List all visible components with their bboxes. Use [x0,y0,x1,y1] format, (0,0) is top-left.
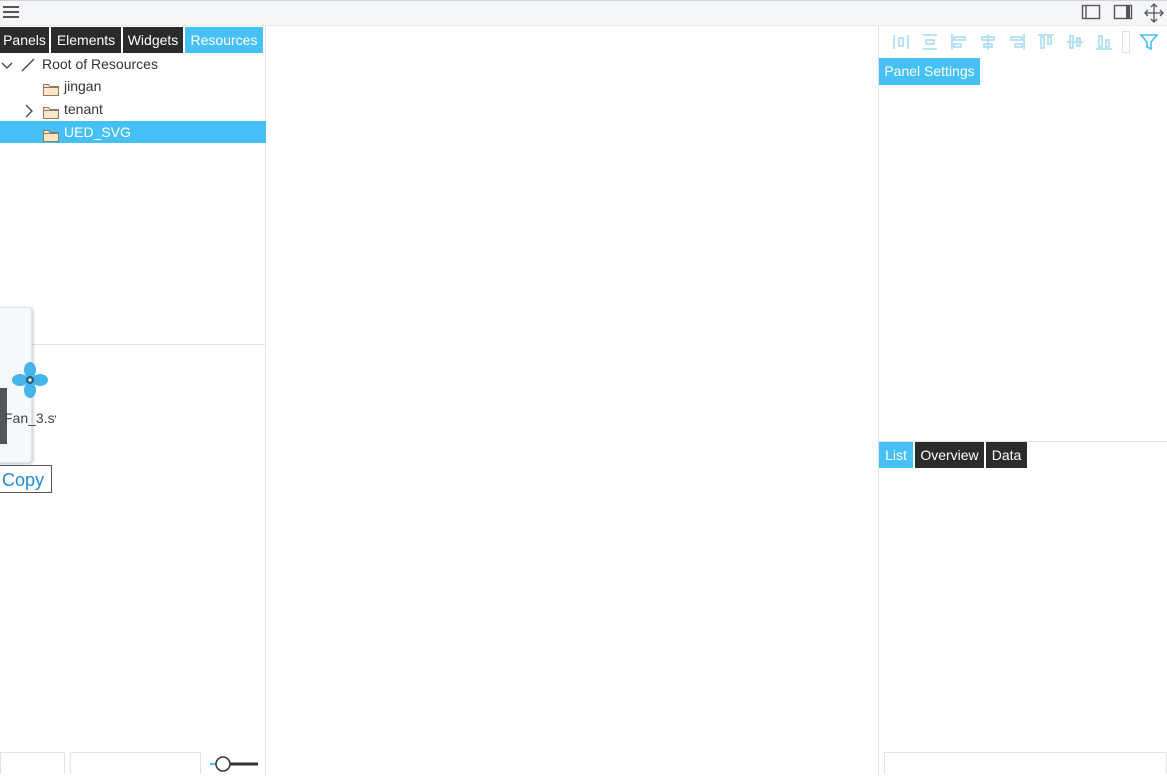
tree-item-label: tenant [64,101,103,117]
right-bottom-input[interactable] [884,752,1167,774]
top-toolbar [0,0,1167,26]
copy-button[interactable]: Copy [0,465,52,493]
distribute-horizontal-icon[interactable] [891,32,911,52]
distribute-vertical-icon[interactable] [920,32,940,52]
filter-icon[interactable] [1139,32,1159,52]
move-arrows-icon[interactable] [1144,3,1164,23]
tree-root-row[interactable]: Root of Resources [0,53,266,75]
tab-resources[interactable]: Resources [185,27,263,53]
align-top-icon[interactable] [1036,32,1056,52]
tree-item-tenant[interactable]: tenant [0,98,266,120]
folder-icon [43,103,59,119]
right-panel-toggle-icon[interactable] [1113,3,1133,21]
toolbar-separator [1122,31,1130,53]
right-panel [878,26,1167,774]
tab-panels[interactable]: Panels [0,27,49,53]
align-bottom-icon[interactable] [1094,32,1114,52]
tree-item-jingan[interactable]: jingan [0,75,266,97]
tree-item-ued-svg[interactable]: UED_SVG [0,121,266,143]
tab-overview[interactable]: Overview [915,442,984,468]
hamburger-menu-icon[interactable] [2,4,20,20]
fan-icon [12,362,48,398]
page-input[interactable] [0,752,65,774]
tab-data[interactable]: Data [986,442,1027,468]
left-panel-toggle-icon[interactable] [1081,3,1101,21]
tab-list[interactable]: List [879,442,913,468]
left-panel-divider [0,344,266,345]
align-right-icon[interactable] [1007,32,1027,52]
folder-icon [43,80,59,96]
tree-root-label: Root of Resources [42,56,158,72]
tree-item-label: jingan [64,78,102,94]
tab-panel-settings[interactable]: Panel Settings [879,58,980,85]
align-center-horizontal-icon[interactable] [978,32,998,52]
align-center-vertical-icon[interactable] [1065,32,1085,52]
tab-widgets[interactable]: Widgets [123,27,183,53]
search-input[interactable] [70,752,201,774]
left-panel: Panels Elements Widgets Resources Root o… [0,26,266,774]
folder-icon [43,126,59,142]
tab-elements[interactable]: Elements [51,27,121,53]
zoom-slider[interactable] [208,754,260,774]
resource-file-label: Fan_3.svg [4,410,56,426]
align-left-icon[interactable] [949,32,969,52]
tree-item-label: UED_SVG [64,124,131,140]
